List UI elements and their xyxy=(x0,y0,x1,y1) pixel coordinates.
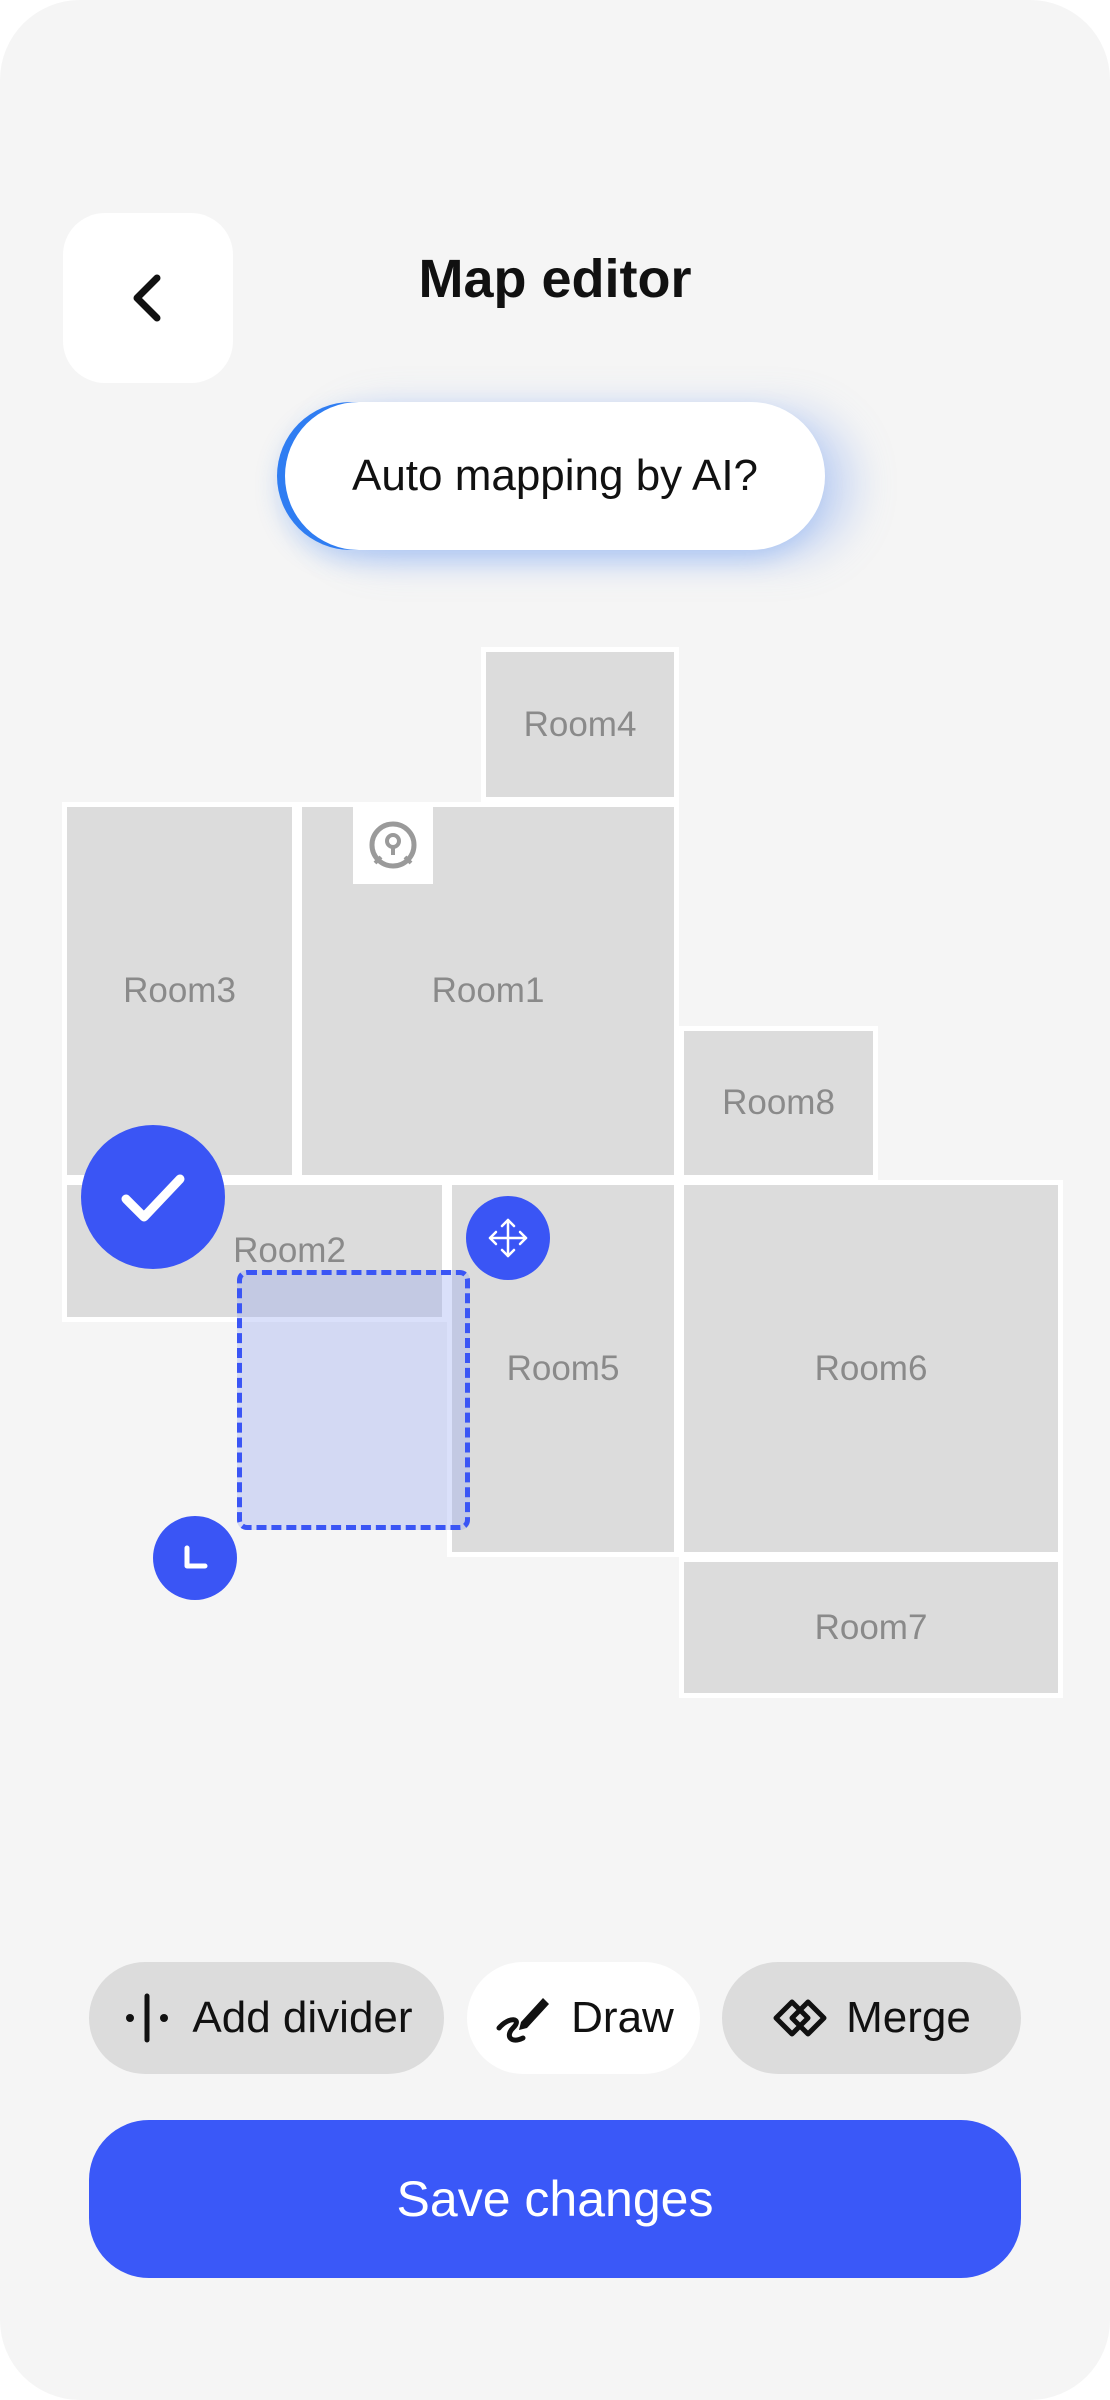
merge-icon xyxy=(773,1999,827,2037)
move-arrows-icon xyxy=(488,1218,528,1258)
room-label: Room7 xyxy=(814,1607,928,1647)
room-label: Room6 xyxy=(814,1348,928,1388)
auto-mapping-button[interactable]: Auto mapping by AI? xyxy=(285,402,825,550)
room-label: Room4 xyxy=(523,704,637,744)
pen-icon xyxy=(496,1998,550,2043)
resize-corner-icon xyxy=(184,1545,208,1569)
robot-vacuum-icon xyxy=(369,821,417,869)
map-editor-screen: Map editor Auto mapping by AI? Room4 Roo… xyxy=(0,0,1110,2400)
add-divider-button[interactable]: Add divider xyxy=(89,1962,444,2074)
room-label: Room8 xyxy=(722,1083,835,1122)
divider-icon xyxy=(126,1993,169,2043)
room-label: Room1 xyxy=(431,971,545,1010)
confirm-button[interactable] xyxy=(81,1125,225,1269)
draw-label: Draw xyxy=(571,1993,674,2042)
room-label: Room5 xyxy=(506,1348,620,1388)
room-7[interactable]: Room7 xyxy=(679,1557,1063,1698)
room-label: Room2 xyxy=(233,1231,346,1270)
room-label: Room3 xyxy=(123,971,236,1010)
room-3[interactable]: Room3 xyxy=(62,802,297,1180)
check-icon xyxy=(121,1174,185,1222)
auto-mapping-label: Auto mapping by AI? xyxy=(351,451,759,500)
room-4[interactable]: Room4 xyxy=(481,647,679,802)
save-changes-label: Save changes xyxy=(396,2171,714,2227)
draw-selection-area[interactable] xyxy=(237,1270,470,1530)
merge-label: Merge xyxy=(846,1993,971,2042)
resize-handle[interactable] xyxy=(153,1516,237,1600)
merge-button[interactable]: Merge xyxy=(722,1962,1021,2074)
robot-location xyxy=(353,806,433,884)
draw-button[interactable]: Draw xyxy=(467,1962,700,2074)
room-8[interactable]: Room8 xyxy=(679,1026,878,1180)
move-handle[interactable] xyxy=(466,1196,550,1280)
add-divider-label: Add divider xyxy=(192,1993,413,2042)
room-6[interactable]: Room6 xyxy=(679,1180,1063,1557)
save-changes-button[interactable]: Save changes xyxy=(89,2120,1021,2278)
page-title: Map editor xyxy=(418,249,692,309)
